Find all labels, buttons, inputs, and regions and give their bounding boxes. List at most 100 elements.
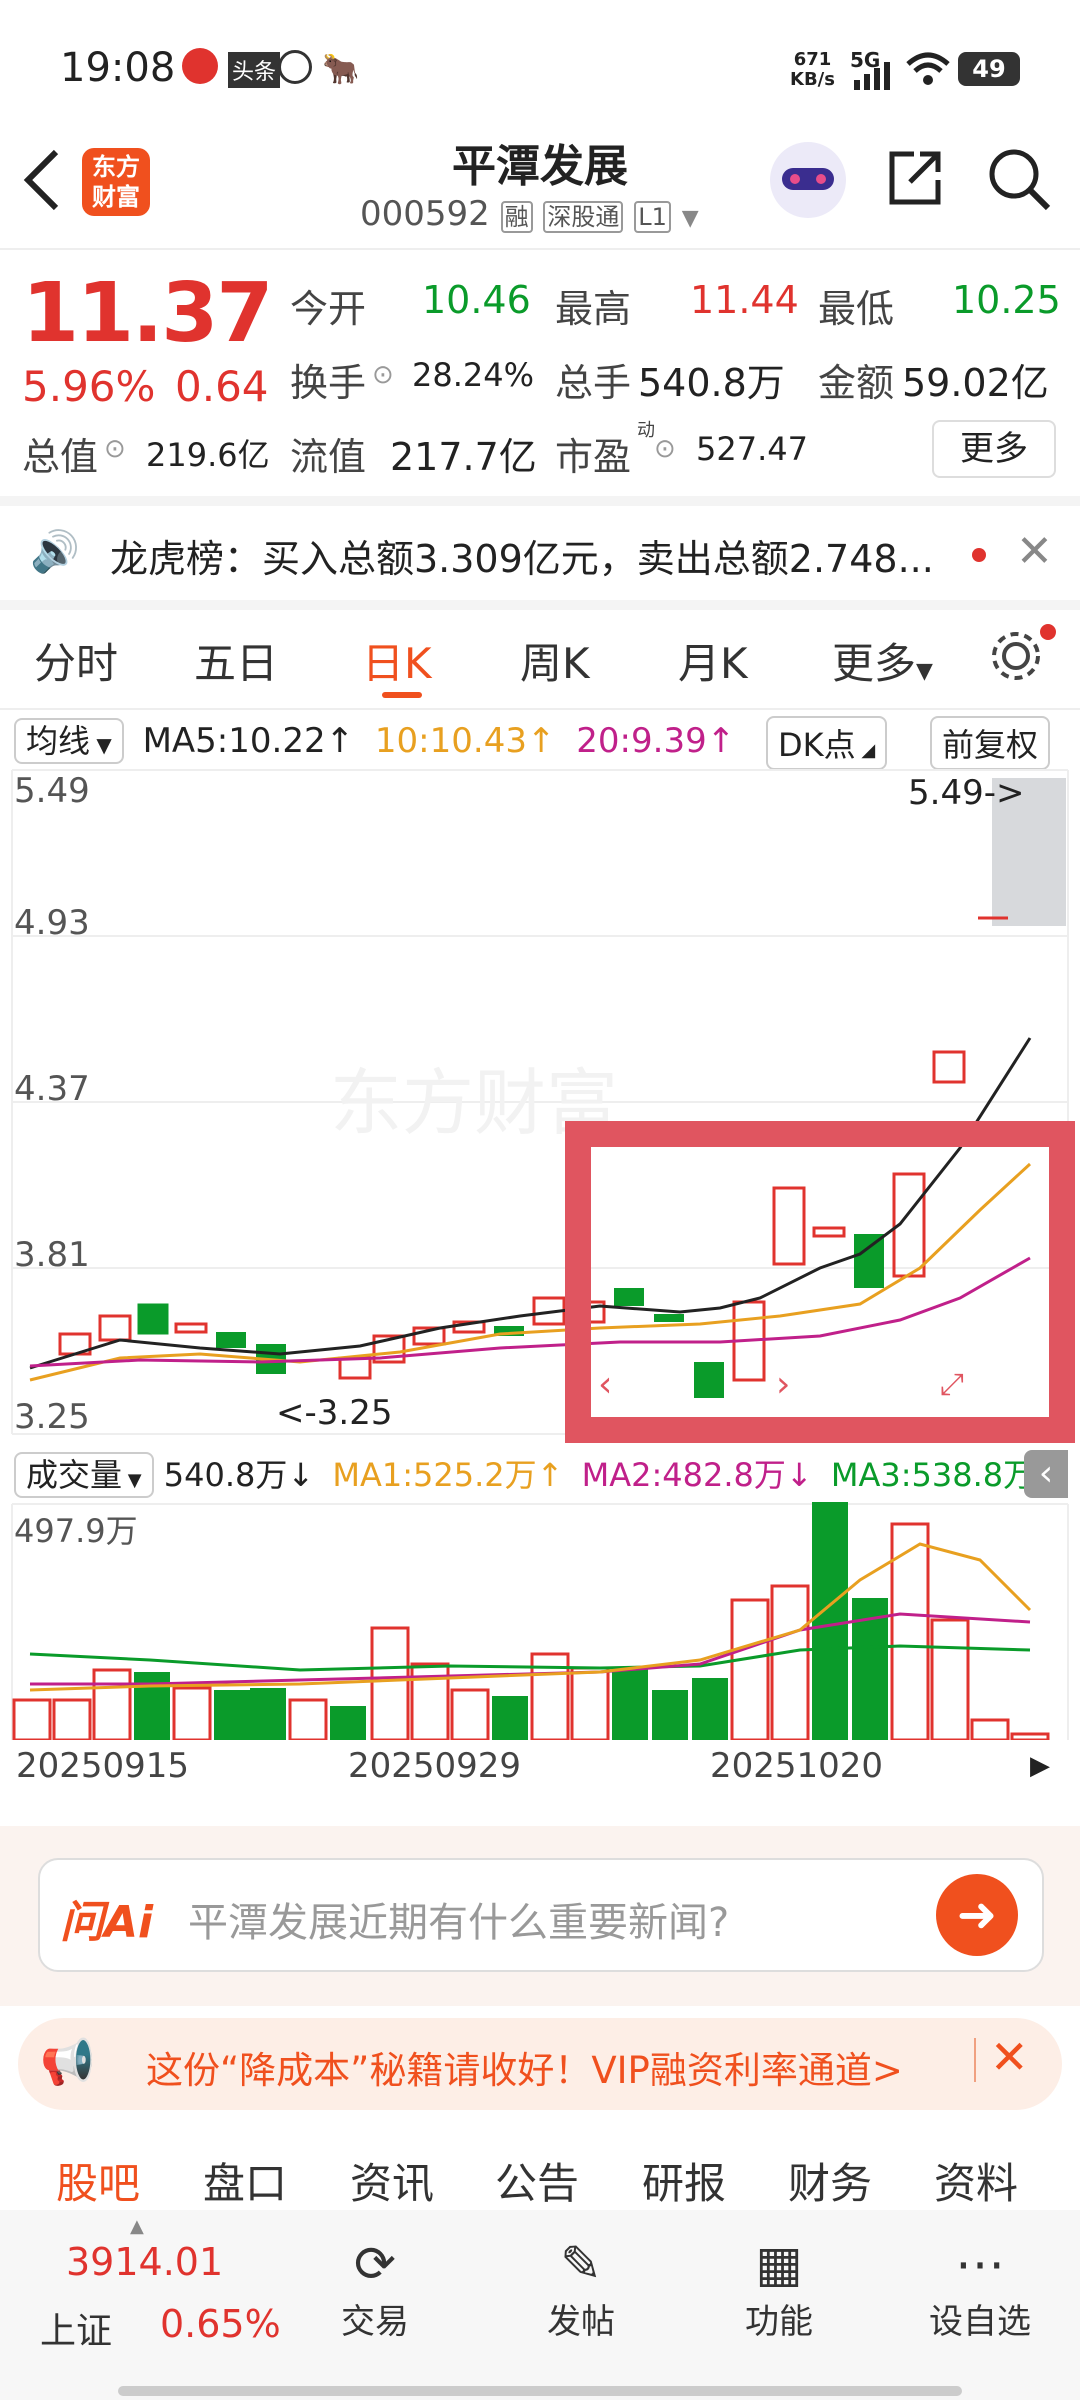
info-icon[interactable]: ⊙ bbox=[654, 434, 676, 464]
volume-selector[interactable]: 成交量 ▼ bbox=[14, 1452, 154, 1498]
nav-bar: 东方 财富 平潭发展 000592 融 深股通 L1 ▼ bbox=[0, 120, 1080, 250]
y-label: 3.81 bbox=[14, 1235, 90, 1275]
tab-daily-k[interactable]: 日K bbox=[362, 630, 432, 691]
caret-up-icon: ▲ bbox=[130, 2216, 144, 2237]
promo-text: 这份“降成本”秘籍请收好！VIP融资利率通道> bbox=[146, 2049, 903, 2092]
tab-profile[interactable]: 资料 bbox=[934, 2150, 1018, 2211]
tab-timeshare[interactable]: 分时 bbox=[34, 630, 118, 691]
sz-connect-tag: 深股通 bbox=[543, 201, 624, 233]
amount-label: 金额 bbox=[818, 361, 895, 405]
browser-icon bbox=[278, 50, 312, 84]
volume-legend: 成交量 ▼ 540.8万↓ MA1:525.2万↑ MA2:482.8万↓ MA… bbox=[14, 1450, 1062, 1498]
dk-point-button[interactable]: DK点 ◢ bbox=[766, 716, 888, 770]
notice-bar[interactable]: 🔊 龙虎榜：买入总额3.309亿元，卖出总额2.748... ✕ bbox=[0, 506, 1080, 601]
volume-chart[interactable]: 497.9万 bbox=[0, 1500, 1080, 1740]
tab-monthly-k[interactable]: 月K bbox=[678, 630, 748, 691]
bottom-toolbar: ▲ 3914.01 上证 0.65% ⟳ 交易 ✎ 发帖 ▦ 功能 ⋯ 设自选 bbox=[0, 2210, 1080, 2400]
more-dots-icon: ⋯ bbox=[955, 2235, 1005, 2293]
y-label: 3.25 bbox=[14, 1397, 90, 1437]
turnover-value: 28.24% bbox=[412, 356, 535, 394]
date-label: 20250915 bbox=[16, 1746, 190, 1786]
index-value[interactable]: 3914.01 bbox=[66, 2240, 223, 2284]
mcap-label: 总值 bbox=[22, 435, 99, 479]
bull-icon: 🐂 bbox=[322, 52, 360, 87]
float-value: 217.7亿 bbox=[390, 435, 537, 479]
unread-dot bbox=[1040, 624, 1056, 640]
kline-chart[interactable]: 东方财富 5.49 4.93 4.37 3.81 3.25 5.49-> <-3… bbox=[0, 768, 1080, 1448]
close-icon[interactable]: ✕ bbox=[1016, 526, 1053, 577]
status-time: 19:08 bbox=[60, 45, 176, 91]
arrow-right-icon[interactable]: ➜ bbox=[936, 1874, 1018, 1956]
info-icon[interactable]: ⊙ bbox=[104, 434, 126, 464]
y-label: 4.93 bbox=[14, 903, 90, 943]
grid-icon: ▦ bbox=[755, 2235, 803, 2293]
status-bar: 19:08 头条 🐂 671 KB/s 5G 49 bbox=[0, 0, 1080, 140]
promo-banner[interactable]: 📢 这份“降成本”秘籍请收好！VIP融资利率通道> ✕ bbox=[18, 2018, 1062, 2110]
tab-five-day[interactable]: 五日 bbox=[194, 630, 278, 691]
change-value: 0.64 bbox=[175, 362, 269, 411]
change-pct: 5.96% bbox=[22, 362, 156, 411]
index-pct[interactable]: 0.65% bbox=[160, 2302, 281, 2346]
function-button[interactable]: ▦ 功能 bbox=[734, 2234, 824, 2343]
chevron-down-icon[interactable]: ▼ bbox=[682, 206, 699, 231]
collapse-panel-button[interactable]: ‹ bbox=[1024, 1450, 1068, 1498]
ma5-label: MA5:10.22 bbox=[142, 721, 326, 761]
tab-financials[interactable]: 财务 bbox=[788, 2150, 872, 2211]
tab-research[interactable]: 研报 bbox=[642, 2150, 726, 2211]
search-icon[interactable] bbox=[986, 146, 1052, 212]
net-speed: 671 KB/s bbox=[790, 49, 835, 90]
info-icon[interactable]: ⊙ bbox=[372, 360, 394, 390]
chevron-right-icon[interactable]: › bbox=[776, 1364, 790, 1405]
close-icon[interactable]: ✕ bbox=[990, 2030, 1029, 2084]
ai-input[interactable]: 平潭发展近期有什么重要新闻? bbox=[188, 1890, 729, 1948]
play-icon[interactable]: ▶ bbox=[1018, 1744, 1062, 1788]
expand-icon[interactable]: ⤢ bbox=[940, 1367, 964, 1402]
ma10-label: 10:10.43 bbox=[374, 721, 527, 761]
min-tag: <-3.25 bbox=[276, 1393, 392, 1433]
post-button[interactable]: ✎ 发帖 bbox=[536, 2234, 626, 2343]
wifi-icon bbox=[906, 52, 950, 85]
stock-code-row: 000592 融 深股通 L1 ▼ bbox=[360, 194, 699, 234]
ai-search-box[interactable]: 问Ai 平潭发展近期有什么重要新闻? ➜ bbox=[38, 1858, 1044, 1972]
unread-dot bbox=[972, 548, 986, 562]
edit-icon: ✎ bbox=[560, 2235, 602, 2293]
float-label: 流值 bbox=[290, 435, 367, 479]
volume-max-label: 497.9万 bbox=[14, 1512, 138, 1550]
scroll-indicator bbox=[118, 2386, 962, 2396]
turnover-label: 换手 bbox=[290, 361, 367, 405]
active-tab-indicator bbox=[382, 692, 422, 698]
vol-ma3: MA3:538.8万 bbox=[830, 1456, 1036, 1494]
ma-selector[interactable]: 均线 ▼ bbox=[14, 718, 124, 764]
trade-button[interactable]: ⟳ 交易 bbox=[330, 2234, 420, 2343]
ma-legend: 均线 ▼ MA5:10.22↑ 10:10.43↑ 20:9.39↑ bbox=[14, 716, 735, 764]
index-name[interactable]: 上证 bbox=[40, 2302, 112, 2354]
tab-more[interactable]: 更多▼ bbox=[832, 630, 933, 691]
robot-assistant-icon[interactable] bbox=[770, 142, 846, 218]
chevron-left-icon[interactable]: ‹ bbox=[598, 1364, 612, 1405]
volume-value: 540.8万 bbox=[638, 361, 785, 405]
divider bbox=[974, 2038, 976, 2082]
volume-label: 总手 bbox=[555, 361, 632, 405]
tab-orderbook[interactable]: 盘口 bbox=[203, 2150, 287, 2211]
tab-announcements[interactable]: 公告 bbox=[495, 2150, 579, 2211]
ma20-label: 20:9.39 bbox=[576, 721, 707, 761]
y-label: 5.49 bbox=[14, 771, 90, 811]
divider bbox=[0, 496, 1080, 506]
more-button[interactable]: 更多 bbox=[932, 420, 1056, 478]
add-watchlist-button[interactable]: ⋯ 设自选 bbox=[920, 2234, 1040, 2343]
adjust-button[interactable]: 前复权 bbox=[930, 716, 1051, 770]
tab-weekly-k[interactable]: 周K bbox=[520, 630, 590, 691]
megaphone-icon: 📢 bbox=[40, 2037, 95, 2088]
tab-news[interactable]: 资讯 bbox=[350, 2150, 434, 2211]
low-value: 10.25 bbox=[952, 278, 1061, 322]
volume-bars bbox=[12, 1502, 1050, 1740]
open-label: 今开 bbox=[290, 287, 367, 331]
low-label: 最低 bbox=[818, 287, 895, 331]
share-icon[interactable] bbox=[884, 146, 946, 208]
tab-forum[interactable]: 股吧 bbox=[56, 2150, 140, 2211]
pe-value: 527.47 bbox=[696, 430, 808, 468]
settings-icon[interactable] bbox=[988, 628, 1044, 684]
notice-text: 龙虎榜：买入总额3.309亿元，卖出总额2.748... bbox=[110, 537, 930, 581]
date-label: 20251020 bbox=[710, 1746, 884, 1786]
amount-value: 59.02亿 bbox=[902, 361, 1049, 405]
